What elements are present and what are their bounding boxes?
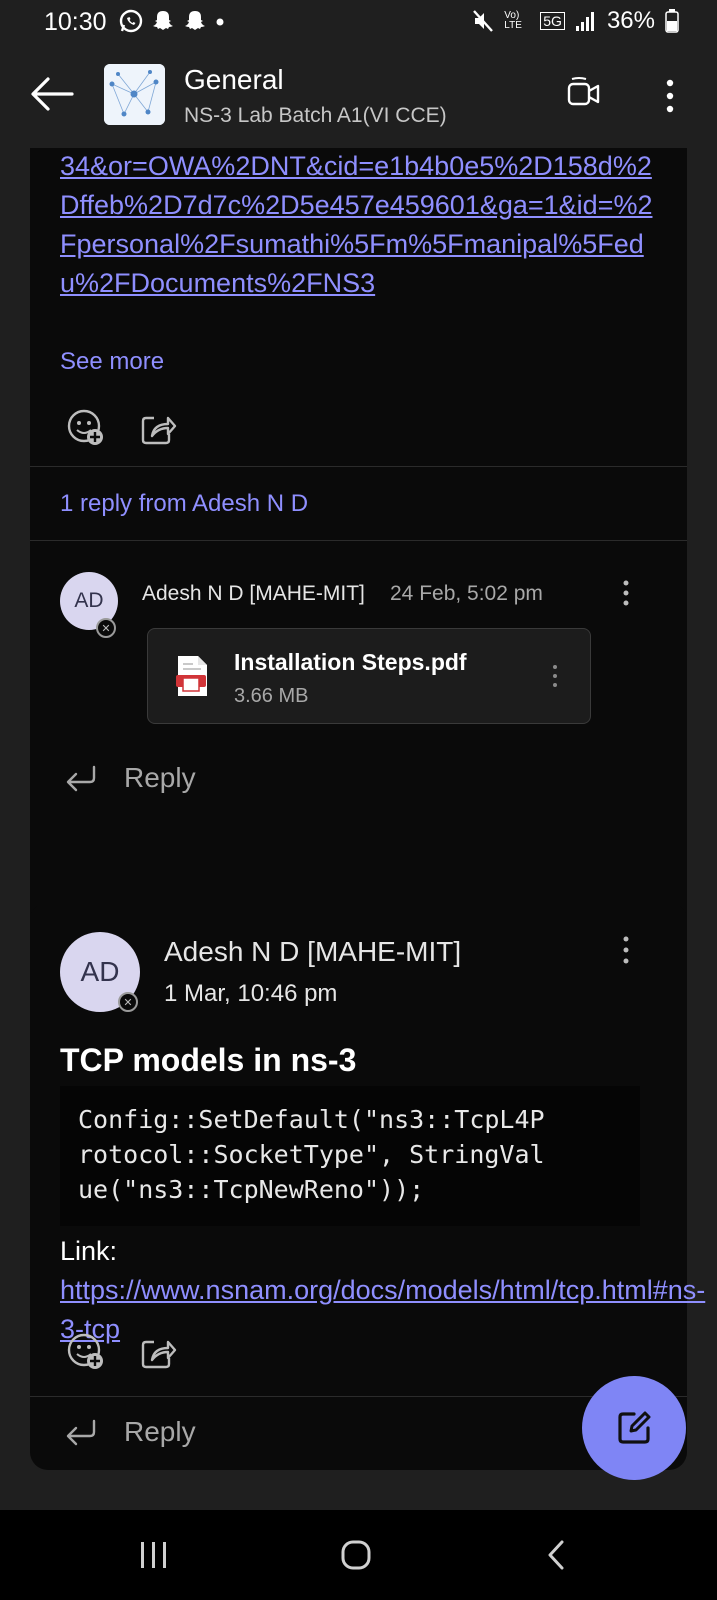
dot-icon [216,18,224,26]
channel-header: General NS-3 Lab Batch A1(VI CCE) [0,42,717,149]
reply-arrow-icon [66,765,96,792]
snapchat-icon-2 [185,11,205,30]
mute-icon [473,10,494,32]
compose-icon [618,1411,651,1444]
post-title: TCP models in ns-3 [60,1042,357,1078]
status-time: 10:30 [44,8,107,36]
conversation-feed[interactable]: _edu/_layouts/15/onedrive.aspx?ct=170876… [0,148,717,1510]
reply-label: Reply [124,762,196,793]
add-reaction-icon[interactable] [66,1332,106,1372]
message-actions [66,408,178,448]
file-size: 3.66 MB [234,685,309,707]
post-more-icon[interactable] [618,934,634,966]
file-more-icon[interactable] [550,663,560,689]
avatar-initials: AD [74,589,104,612]
share-icon[interactable] [138,1332,178,1372]
message-link[interactable]: _edu/_layouts/15/onedrive.aspx?ct=170876… [60,148,660,303]
notification-icons [118,8,226,34]
pdf-file-icon [176,656,207,696]
recent-apps-icon[interactable] [138,1538,170,1572]
reply-button[interactable]: Reply [64,1416,196,1448]
reply-count-link[interactable]: 1 reply from Adesh N D [60,490,308,518]
meet-now-icon[interactable] [566,76,602,112]
more-options-icon[interactable] [660,76,680,116]
home-icon[interactable] [340,1538,372,1572]
reply-author[interactable]: Adesh N D [MAHE-MIT] [142,582,365,606]
file-name: Installation Steps.pdf [234,649,467,675]
message-card: AD ✕ Adesh N D [MAHE-MIT] 1 Mar, 10:46 p… [30,902,705,1470]
presence-offline-icon: ✕ [118,992,138,1012]
code-snippet: Config::SetDefault("ns3::TcpL4P rotocol:… [60,1086,640,1226]
battery-icon [665,9,679,33]
new-post-button[interactable] [582,1376,686,1480]
system-navigation-bar [0,1510,717,1600]
reply-button[interactable]: Reply [64,762,196,794]
snapchat-icon [153,11,173,30]
whatsapp-icon [119,9,143,33]
system-icons: Vo) LTE 5G 36% [472,7,679,35]
share-icon[interactable] [138,408,178,448]
network-graphic-icon [104,64,165,125]
battery-percent: 36% [606,7,655,34]
reply-timestamp: 24 Feb, 5:02 pm [390,582,543,605]
reply-arrow-icon [66,1419,96,1446]
divider [30,466,687,467]
signal-icon [575,12,594,31]
5g-indicator: 5G [540,12,565,30]
divider [30,1396,687,1397]
post-timestamp: 1 Mar, 10:46 pm [164,980,338,1007]
back-nav-icon[interactable] [544,1538,568,1572]
channel-title[interactable]: General [184,64,284,96]
reply-label: Reply [124,1416,196,1447]
back-arrow-icon[interactable] [28,74,76,114]
post-actions [66,1332,178,1372]
divider [30,540,687,541]
presence-offline-icon: ✕ [96,618,116,638]
link-label: Link: [60,1236,118,1266]
avatar-initials: AD [80,956,120,987]
reply-more-icon[interactable] [618,578,634,608]
status-bar: 10:30 Vo) LTE 5G 36% [0,0,717,42]
post-author[interactable]: Adesh N D [MAHE-MIT] [164,936,461,968]
message-card: _edu/_layouts/15/onedrive.aspx?ct=170876… [30,148,687,1020]
add-reaction-icon[interactable] [66,408,106,448]
volte-indicator: Vo) LTE [504,10,522,31]
see-more-link[interactable]: See more [60,348,164,376]
team-avatar[interactable] [104,64,165,125]
file-attachment[interactable]: Installation Steps.pdf 3.66 MB [147,628,591,724]
team-name[interactable]: NS-3 Lab Batch A1(VI CCE) [184,104,447,128]
